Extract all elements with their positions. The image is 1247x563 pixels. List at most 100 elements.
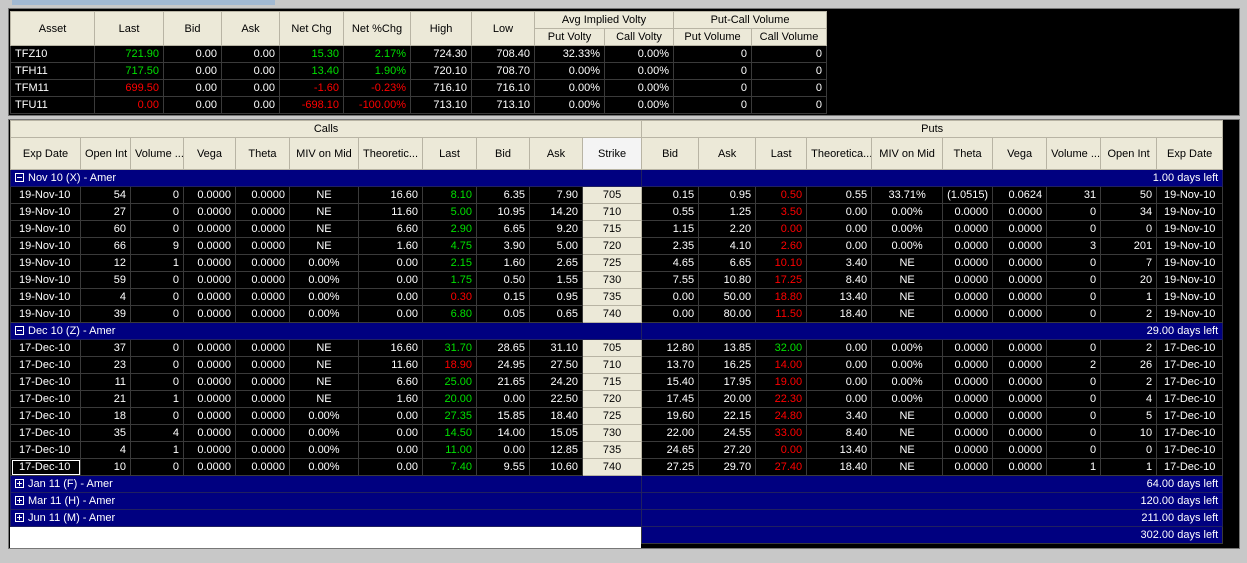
put-bid[interactable]: 7.55 (641, 271, 700, 289)
call-exp-date[interactable]: 17-Dec-10 (10, 356, 81, 374)
put-vega[interactable]: 0.0000 (992, 458, 1048, 476)
call-open-int[interactable]: 23 (80, 356, 131, 374)
quote-row[interactable]: TFU11 0.00 0.00 0.00 -698.10 -100.00% 713.10 71… (10, 96, 827, 114)
call-theta[interactable]: 0.0000 (235, 424, 290, 442)
put-column-header-last[interactable]: Last (755, 137, 808, 170)
put-exp-date[interactable]: 17-Dec-10 (1156, 458, 1224, 476)
put-theta[interactable]: 0.0000 (942, 373, 994, 391)
call-column-header-last[interactable]: Last (422, 137, 477, 170)
put-exp-date[interactable]: 19-Nov-10 (1156, 288, 1224, 306)
option-row[interactable]: 17-Dec-10 4 1 0.0000 0.0000 0.00% 0.00 11.00 0.0… (10, 441, 1224, 459)
call-theoretic[interactable]: 0.00 (358, 441, 423, 459)
call-vega[interactable]: 0.0000 (183, 203, 236, 221)
call-bid[interactable]: 9.55 (476, 458, 530, 476)
call-volume[interactable]: 1 (130, 441, 184, 459)
put-vega[interactable]: 0.0000 (992, 237, 1048, 255)
put-bid[interactable]: 27.25 (641, 458, 700, 476)
put-ask[interactable]: 16.25 (698, 356, 757, 374)
call-vega[interactable]: 0.0000 (183, 441, 236, 459)
call-vega[interactable]: 0.0000 (183, 458, 236, 476)
put-theta[interactable]: 0.0000 (942, 390, 994, 408)
call-bid[interactable]: 28.65 (476, 339, 530, 357)
call-column-header-exp-date[interactable]: Exp Date (10, 137, 81, 170)
call-ask[interactable]: 1.55 (529, 271, 583, 289)
expiration-group-label[interactable]: Jun 11 (M) - Amer (9, 509, 643, 527)
call-miv-on-mid[interactable]: 0.00% (289, 441, 359, 459)
put-last[interactable]: 10.10 (755, 254, 808, 272)
call-miv-on-mid[interactable]: 0.00% (289, 458, 359, 476)
call-miv-on-mid[interactable]: NE (289, 186, 359, 204)
put-vega[interactable]: 0.0000 (992, 339, 1048, 357)
call-theta[interactable]: 0.0000 (235, 203, 290, 221)
put-vega[interactable]: 0.0000 (992, 441, 1048, 459)
put-ask[interactable]: 13.85 (698, 339, 757, 357)
put-column-header-theoretica[interactable]: Theoretica... (806, 137, 873, 170)
put-ask[interactable]: 17.95 (698, 373, 757, 391)
put-miv-on-mid[interactable]: NE (871, 407, 944, 425)
put-open-int[interactable]: 2 (1100, 339, 1158, 357)
call-column-header-theta[interactable]: Theta (235, 137, 290, 170)
call-ask[interactable]: 12.85 (529, 441, 583, 459)
call-exp-date[interactable]: 19-Nov-10 (10, 220, 81, 238)
put-ask[interactable]: 27.20 (698, 441, 757, 459)
put-ask[interactable]: 50.00 (698, 288, 757, 306)
call-last[interactable]: 2.90 (422, 220, 477, 238)
put-ask[interactable]: 0.95 (698, 186, 757, 204)
call-volume[interactable]: 1 (130, 254, 184, 272)
call-theoretic[interactable]: 6.60 (358, 373, 423, 391)
column-header-put-volty[interactable]: Put Volty (534, 28, 605, 46)
call-volume[interactable]: 0 (130, 271, 184, 289)
put-column-header-open-int[interactable]: Open Int (1100, 137, 1158, 170)
call-miv-on-mid[interactable]: 0.00% (289, 424, 359, 442)
put-ask[interactable]: 2.20 (698, 220, 757, 238)
call-theta[interactable]: 0.0000 (235, 271, 290, 289)
call-miv-on-mid[interactable]: NE (289, 237, 359, 255)
call-exp-date[interactable]: 19-Nov-10 (10, 305, 81, 323)
call-theoretic[interactable]: 0.00 (358, 424, 423, 442)
call-miv-on-mid[interactable]: 0.00% (289, 254, 359, 272)
option-row[interactable]: 17-Dec-10 21 1 0.0000 0.0000 NE 1.60 20.00 0.00 2… (10, 390, 1224, 408)
put-open-int[interactable]: 34 (1100, 203, 1158, 221)
call-open-int[interactable]: 4 (80, 441, 131, 459)
call-vega[interactable]: 0.0000 (183, 186, 236, 204)
put-miv-on-mid[interactable]: NE (871, 254, 944, 272)
call-bid[interactable]: 14.00 (476, 424, 530, 442)
call-ask[interactable]: 7.90 (529, 186, 583, 204)
call-bid[interactable]: 0.00 (476, 390, 530, 408)
put-ask[interactable]: 4.10 (698, 237, 757, 255)
call-exp-date[interactable]: 17-Dec-10 (10, 424, 81, 442)
option-row[interactable]: 17-Dec-10 37 0 0.0000 0.0000 NE 16.60 31.70 28.6… (10, 339, 1224, 357)
put-theoretica[interactable]: 0.00 (806, 220, 873, 238)
call-last[interactable]: 11.00 (422, 441, 477, 459)
put-open-int[interactable]: 7 (1100, 254, 1158, 272)
put-column-header-bid[interactable]: Bid (641, 137, 700, 170)
put-volume[interactable]: 0 (1046, 254, 1102, 272)
put-exp-date[interactable]: 19-Nov-10 (1156, 305, 1224, 323)
put-theta[interactable]: 0.0000 (942, 458, 994, 476)
put-column-header-volume[interactable]: Volume ... (1046, 137, 1102, 170)
put-bid[interactable]: 0.55 (641, 203, 700, 221)
call-bid[interactable]: 6.65 (476, 220, 530, 238)
call-exp-date[interactable]: 17-Dec-10 (10, 407, 81, 425)
put-bid[interactable]: 24.65 (641, 441, 700, 459)
call-theta[interactable]: 0.0000 (235, 220, 290, 238)
call-ask[interactable]: 2.65 (529, 254, 583, 272)
call-bid[interactable]: 0.00 (476, 441, 530, 459)
call-volume[interactable]: 0 (130, 305, 184, 323)
call-column-header-ask[interactable]: Ask (529, 137, 583, 170)
put-last[interactable]: 19.00 (755, 373, 808, 391)
call-theta[interactable]: 0.0000 (235, 441, 290, 459)
put-volume[interactable]: 0 (1046, 305, 1102, 323)
expiration-group-row[interactable]: Mar 11 (H) - Amer 120.00 days left (9, 492, 1224, 510)
put-ask[interactable]: 10.80 (698, 271, 757, 289)
put-theta[interactable]: 0.0000 (942, 203, 994, 221)
put-last[interactable]: 24.80 (755, 407, 808, 425)
put-miv-on-mid[interactable]: 0.00% (871, 390, 944, 408)
call-theta[interactable]: 0.0000 (235, 373, 290, 391)
call-volume[interactable]: 1 (130, 390, 184, 408)
put-vega[interactable]: 0.0000 (992, 390, 1048, 408)
put-vega[interactable]: 0.0624 (992, 186, 1048, 204)
call-bid[interactable]: 21.65 (476, 373, 530, 391)
put-miv-on-mid[interactable]: 33.71% (871, 186, 944, 204)
put-exp-date[interactable]: 17-Dec-10 (1156, 339, 1224, 357)
